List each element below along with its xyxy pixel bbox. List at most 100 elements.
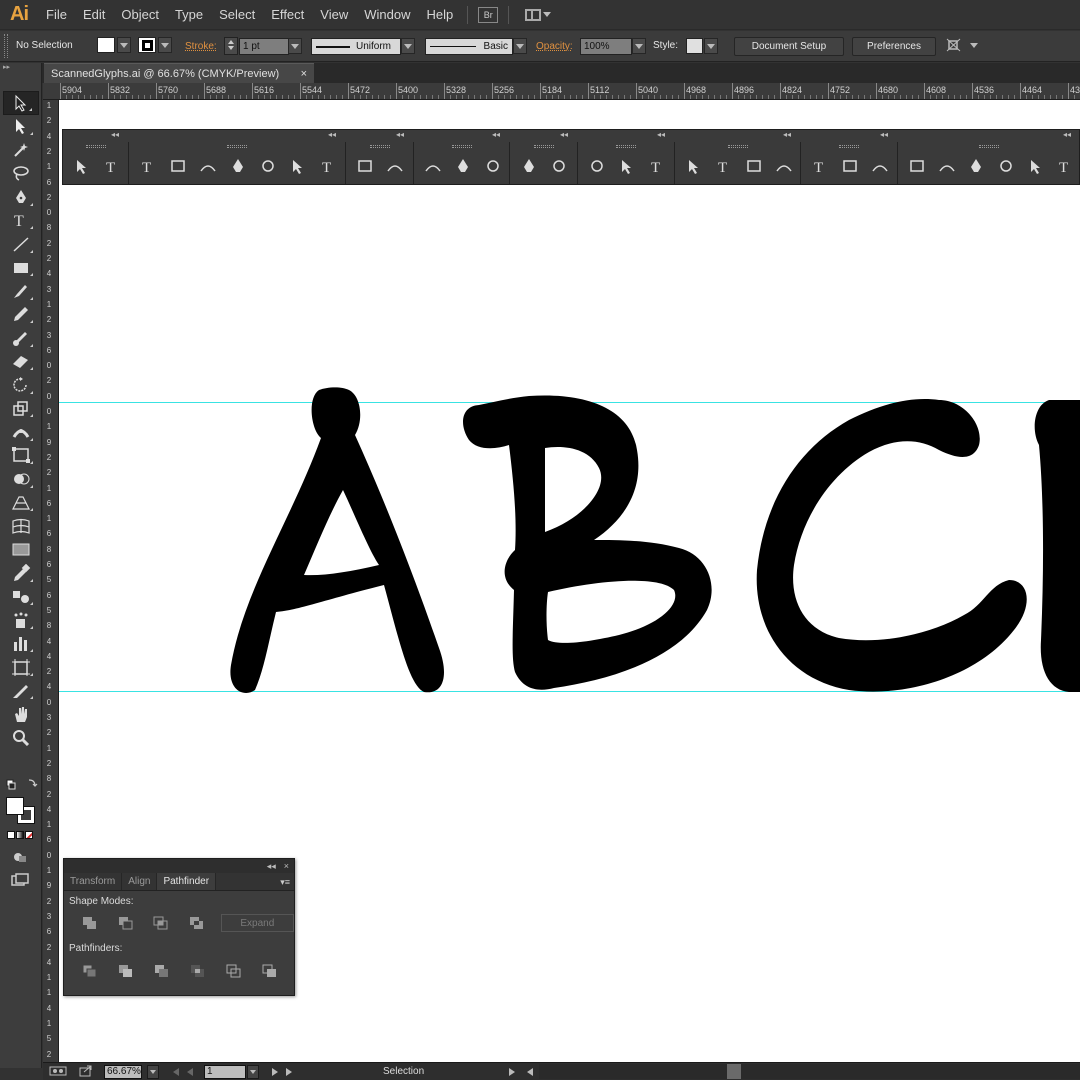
stroke-weight-dropdown[interactable]: [288, 38, 302, 54]
profile-dropdown[interactable]: [401, 38, 415, 54]
eraser-button[interactable]: [582, 153, 612, 179]
tool-group-grip[interactable]: [616, 145, 636, 148]
close-icon[interactable]: ×: [301, 68, 307, 80]
zoom-tool[interactable]: [3, 726, 39, 750]
tab-align[interactable]: Align: [122, 873, 158, 890]
pencil-tool[interactable]: [3, 303, 39, 327]
stroke-weight-field[interactable]: 1 pt: [239, 38, 289, 55]
first-artboard-icon[interactable]: [173, 1068, 179, 1076]
document-setup-button[interactable]: Document Setup: [734, 37, 844, 56]
live-paint-selection-button[interactable]: [865, 153, 895, 179]
menu-view[interactable]: View: [312, 0, 356, 30]
direct-selection-tool[interactable]: [3, 115, 39, 139]
expand-button[interactable]: Expand: [220, 914, 295, 932]
live-paint-button[interactable]: [835, 153, 865, 179]
vertical-type-on-path-button[interactable]: [283, 153, 313, 179]
tool-group-grip[interactable]: [227, 145, 247, 148]
eyedropper-tool[interactable]: [3, 561, 39, 585]
symbol-sizer-button[interactable]: [991, 153, 1021, 179]
stroke-swatch-control[interactable]: [138, 37, 172, 53]
collapse-group-icon[interactable]: ◂◂: [1063, 130, 1071, 142]
stroke-dropdown[interactable]: [158, 37, 172, 53]
measure-button[interactable]: [544, 153, 574, 179]
shear-button[interactable]: [448, 153, 478, 179]
status-menu-button[interactable]: [509, 1068, 515, 1076]
collapse-group-icon[interactable]: ◂◂: [657, 130, 665, 142]
stroke-swatch[interactable]: [138, 37, 156, 53]
last-artboard-icon[interactable]: [286, 1068, 292, 1076]
collapse-panel-icon[interactable]: ◂◂: [267, 861, 276, 872]
rotate-button[interactable]: [350, 153, 380, 179]
fill-swatch-control[interactable]: [97, 37, 131, 53]
variable-width-profile[interactable]: Uniform: [311, 38, 401, 55]
brush-definition[interactable]: Basic: [425, 38, 513, 55]
scroll-left-button[interactable]: [527, 1068, 533, 1076]
artboard-dropdown[interactable]: [247, 1065, 259, 1079]
divide-button[interactable]: [72, 960, 108, 982]
gradient-tool[interactable]: [3, 538, 39, 562]
rotate-tool[interactable]: [3, 373, 39, 397]
tool-group-grip[interactable]: [533, 145, 554, 148]
tool-group-grip[interactable]: [85, 145, 106, 148]
menu-window[interactable]: Window: [356, 0, 418, 30]
collapse-group-icon[interactable]: ◂◂: [328, 130, 336, 142]
pen-button[interactable]: [679, 153, 709, 179]
tool-group-grip[interactable]: [727, 145, 748, 148]
menu-select[interactable]: Select: [211, 0, 263, 30]
brush-dropdown[interactable]: [513, 38, 527, 54]
vertical-type-button[interactable]: [223, 153, 253, 179]
symbol-stainer-button[interactable]: T: [1050, 153, 1079, 179]
collapse-group-icon[interactable]: ◂◂: [560, 130, 568, 142]
paintbrush-tool[interactable]: [3, 279, 39, 303]
magic-wand-tool[interactable]: [3, 138, 39, 162]
panel-menu-icon[interactable]: ▾≡: [280, 873, 294, 890]
tab-pathfinder[interactable]: Pathfinder: [157, 873, 217, 890]
merge-button[interactable]: [144, 960, 180, 982]
zoom-dropdown[interactable]: [147, 1065, 159, 1079]
menu-file[interactable]: File: [38, 0, 75, 30]
horizontal-scrollbar-thumb[interactable]: [727, 1064, 741, 1079]
tools-panel-collapse-icon[interactable]: ▸▸: [0, 63, 41, 73]
mesh-tool[interactable]: [3, 514, 39, 538]
type-button[interactable]: T: [133, 153, 163, 179]
crop-button[interactable]: [180, 960, 216, 982]
preferences-button[interactable]: Preferences: [852, 37, 936, 56]
hand-tool[interactable]: [3, 702, 39, 726]
menu-object[interactable]: Object: [113, 0, 167, 30]
touch-type-button[interactable]: T: [313, 153, 343, 179]
fill-dropdown[interactable]: [117, 37, 131, 53]
screen-mode-button[interactable]: [11, 873, 29, 892]
tool-group-grip[interactable]: [369, 145, 390, 148]
blend-tool[interactable]: [3, 585, 39, 609]
symbol-sprayer-tool[interactable]: [3, 608, 39, 632]
color-mode-icon[interactable]: [7, 831, 15, 839]
symbol-sprayer-button[interactable]: [902, 153, 932, 179]
collapse-group-icon[interactable]: ◂◂: [111, 130, 119, 142]
horizontal-ruler[interactable]: 5904 5832 5760 5688 5616 5544 5472 5400 5328 5256…: [43, 83, 1080, 100]
slice-tool[interactable]: [3, 679, 39, 703]
convert-anchor-button[interactable]: [769, 153, 799, 179]
tab-transform[interactable]: Transform: [64, 873, 123, 890]
horizontal-scrollbar-track[interactable]: [539, 1064, 1080, 1079]
artboard-tool[interactable]: [3, 655, 39, 679]
outline-button[interactable]: [216, 960, 252, 982]
column-graph-tool[interactable]: [3, 632, 39, 656]
eyedropper-button[interactable]: [514, 153, 544, 179]
type-tool[interactable]: T: [3, 209, 39, 233]
menu-effect[interactable]: Effect: [263, 0, 312, 30]
exclude-button[interactable]: [179, 912, 215, 934]
document-tab[interactable]: ScannedGlyphs.ai @ 66.67% (CMYK/Preview)…: [44, 63, 314, 83]
delete-anchor-button[interactable]: [739, 153, 769, 179]
previous-artboard-icon[interactable]: [187, 1068, 193, 1076]
draw-mode-button[interactable]: [12, 850, 28, 869]
stroke-weight-stepper[interactable]: [224, 37, 238, 55]
arrange-menu-button[interactable]: [946, 38, 978, 52]
next-artboard-icon[interactable]: [272, 1068, 278, 1076]
intersect-button[interactable]: [143, 912, 179, 934]
pen-tool[interactable]: [3, 185, 39, 209]
opacity-field[interactable]: 100%: [580, 38, 632, 55]
add-anchor-button[interactable]: T: [709, 153, 739, 179]
artboard-number-field[interactable]: 1: [204, 1065, 246, 1079]
stroke-label[interactable]: Stroke:: [185, 41, 217, 52]
panel-titlebar[interactable]: ◂◂ ×: [64, 859, 294, 873]
